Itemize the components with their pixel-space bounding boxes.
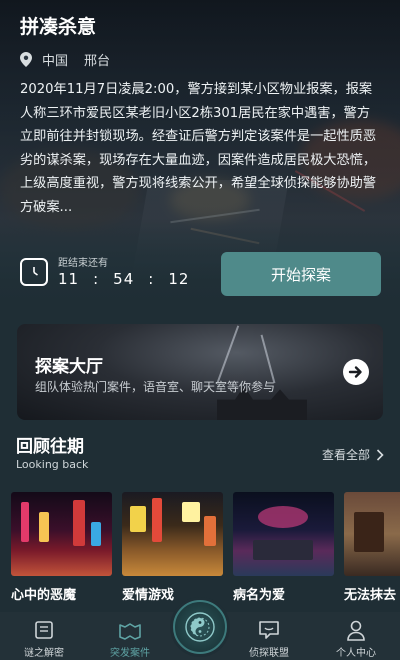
chevron-right-icon xyxy=(376,448,384,461)
nav-label: 侦探联盟 xyxy=(249,648,289,659)
chat-icon xyxy=(259,621,279,639)
case-icon xyxy=(119,623,141,640)
past-cases-carousel[interactable]: 心中的恶魔 爱情游戏 病名为爱 无法抹去 xyxy=(11,492,400,612)
case-location: 中国 邢台 xyxy=(20,50,126,69)
past-case-card[interactable]: 病名为爱 xyxy=(233,492,334,603)
countdown-separator: : xyxy=(93,270,100,288)
nav-item-profile[interactable]: 个人中心 xyxy=(326,618,386,659)
countdown-seconds: 12 xyxy=(168,270,190,288)
investigation-hall-card[interactable]: 探案大厅 组队体验热门案件，语音室、聊天室等你参与 xyxy=(17,324,383,420)
nav-label: 谜之解密 xyxy=(24,648,64,659)
location-city: 邢台 xyxy=(84,54,111,69)
past-case-title: 病名为爱 xyxy=(233,588,286,603)
location-country: 中国 xyxy=(42,54,69,69)
book-icon xyxy=(35,621,53,639)
past-case-title: 爱情游戏 xyxy=(122,588,175,603)
past-case-card[interactable]: 无法抹去 xyxy=(344,492,400,603)
nav-item-detective-league[interactable]: 侦探联盟 xyxy=(239,618,299,659)
countdown-minutes: 54 xyxy=(113,270,135,288)
location-pin-icon xyxy=(20,52,32,67)
compass-icon xyxy=(185,612,215,642)
past-case-thumbnail xyxy=(344,492,400,576)
countdown-timer: 距结束还有 11 : 54 : 12 xyxy=(20,256,189,288)
past-case-thumbnail xyxy=(11,492,112,576)
start-investigation-button[interactable]: 开始探案 xyxy=(221,252,381,296)
case-title: 拼凑杀意 xyxy=(20,16,97,38)
countdown-label: 距结束还有 xyxy=(58,258,108,269)
review-section-subtitle: Looking back xyxy=(16,458,89,471)
nav-label: 个人中心 xyxy=(336,648,376,659)
nav-label: 突发案件 xyxy=(110,648,150,659)
review-section-title: 回顾往期 xyxy=(16,437,84,457)
countdown-value: 11 : 54 : 12 xyxy=(58,270,189,288)
see-all-link[interactable]: 查看全部 xyxy=(322,446,384,463)
user-icon xyxy=(347,620,365,641)
hall-title: 探案大厅 xyxy=(35,357,103,377)
past-case-card[interactable]: 心中的恶魔 xyxy=(11,492,112,603)
see-all-label: 查看全部 xyxy=(321,448,370,462)
countdown-separator: : xyxy=(148,270,155,288)
clock-icon xyxy=(20,258,48,286)
center-action-button[interactable] xyxy=(173,600,227,654)
nav-item-emergency-case[interactable]: 突发案件 xyxy=(100,618,160,659)
past-case-title: 心中的恶魔 xyxy=(11,588,77,603)
countdown-hours: 11 xyxy=(58,270,80,288)
case-description: 2020年11月7日凌晨2:00，警方接到某小区物业报案，报案人称三环市爱民区某… xyxy=(20,82,377,215)
past-case-thumbnail xyxy=(233,492,334,576)
past-case-thumbnail xyxy=(122,492,223,576)
past-case-title: 无法抹去 xyxy=(344,588,397,603)
past-case-card[interactable]: 爱情游戏 xyxy=(122,492,223,603)
hall-subtitle: 组队体验热门案件，语音室、聊天室等你参与 xyxy=(35,380,276,394)
nav-item-puzzle[interactable]: 谜之解密 xyxy=(14,618,74,659)
arrow-right-icon[interactable] xyxy=(343,359,369,385)
